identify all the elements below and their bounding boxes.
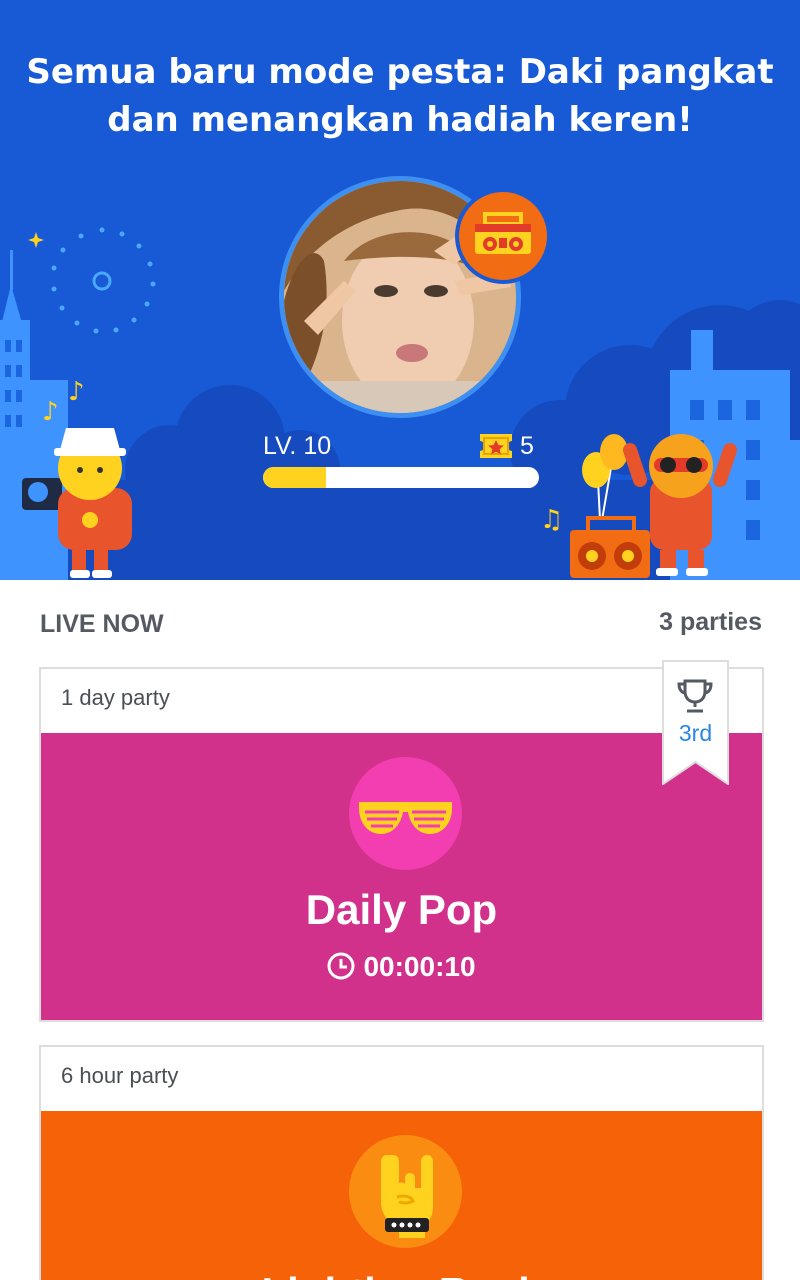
party-duration-label: 1 day party — [61, 685, 170, 710]
party-icon-circle — [349, 757, 462, 870]
level-progress-bar — [263, 467, 539, 488]
ticket-count: 5 — [520, 432, 534, 460]
svg-text:♫: ♫ — [540, 505, 563, 535]
party-card-body[interactable]: Lighting Rock — [41, 1111, 762, 1280]
hero-title: Semua baru mode pesta: Daki pangkat dan … — [26, 52, 774, 140]
parties-count: 3 parties — [659, 608, 762, 636]
ticket-icon — [480, 434, 512, 458]
trophy-icon — [677, 679, 713, 713]
party-duration-label: 6 hour party — [61, 1063, 179, 1088]
party-card-daily-pop[interactable]: 1 day party Daily Pop 00:00:10 — [39, 667, 764, 1022]
shutter-shades-icon — [359, 802, 452, 834]
party-name: Daily Pop — [305, 886, 498, 933]
boombox-badge — [455, 188, 551, 284]
party-timer: 00:00:10 — [41, 951, 762, 983]
rock-hand-icon — [381, 1155, 433, 1238]
party-card-lighting-rock[interactable]: 6 hour party Lighting Rock — [39, 1045, 764, 1280]
live-now-title: LIVE NOW — [40, 610, 164, 638]
hero-banner: ♪ ♪ ♫ Semua baru mode pesta: Daki pangka… — [0, 0, 800, 580]
rank-label: 3rd — [678, 720, 713, 746]
live-now-header: LIVE NOW 3 parties — [40, 606, 762, 646]
boombox-icon — [475, 212, 531, 254]
clock-icon — [327, 952, 355, 980]
party-icon-circle — [349, 1135, 462, 1248]
svg-text:♪: ♪ — [42, 397, 59, 427]
level-label: LV. 10 — [263, 432, 332, 460]
svg-text:♪: ♪ — [68, 377, 85, 407]
party-name: Lighting Rock — [41, 1269, 762, 1280]
party-timer-value: 00:00:10 — [363, 951, 476, 982]
party-card-body[interactable]: Daily Pop 00:00:10 — [41, 733, 762, 1020]
level-progress-fill — [263, 467, 327, 488]
